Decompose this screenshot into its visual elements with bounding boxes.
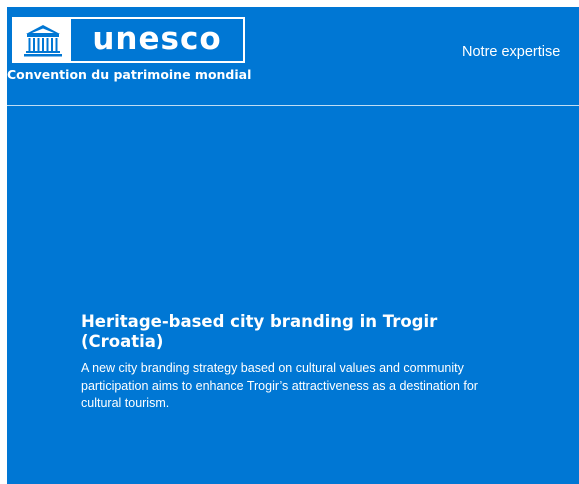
- header-divider: [7, 105, 579, 106]
- hero-feature: Heritage-based city branding in Trogir (…: [81, 312, 491, 413]
- convention-title[interactable]: Convention du patrimoine mondial: [7, 67, 251, 82]
- main-banner: unesco Convention du patrimoine mondial …: [7, 7, 579, 484]
- unesco-logo-link[interactable]: unesco: [12, 17, 245, 63]
- unesco-temple-emblem-icon: [14, 19, 71, 61]
- hero-title[interactable]: Heritage-based city branding in Trogir (…: [81, 312, 491, 352]
- logo-wordmark: unesco: [92, 20, 222, 57]
- hero-description: A new city branding strategy based on cu…: [81, 361, 478, 410]
- site-header: unesco Convention du patrimoine mondial …: [7, 7, 579, 106]
- page: unesco Convention du patrimoine mondial …: [0, 0, 579, 484]
- nav-notre-expertise[interactable]: Notre expertise: [462, 44, 560, 60]
